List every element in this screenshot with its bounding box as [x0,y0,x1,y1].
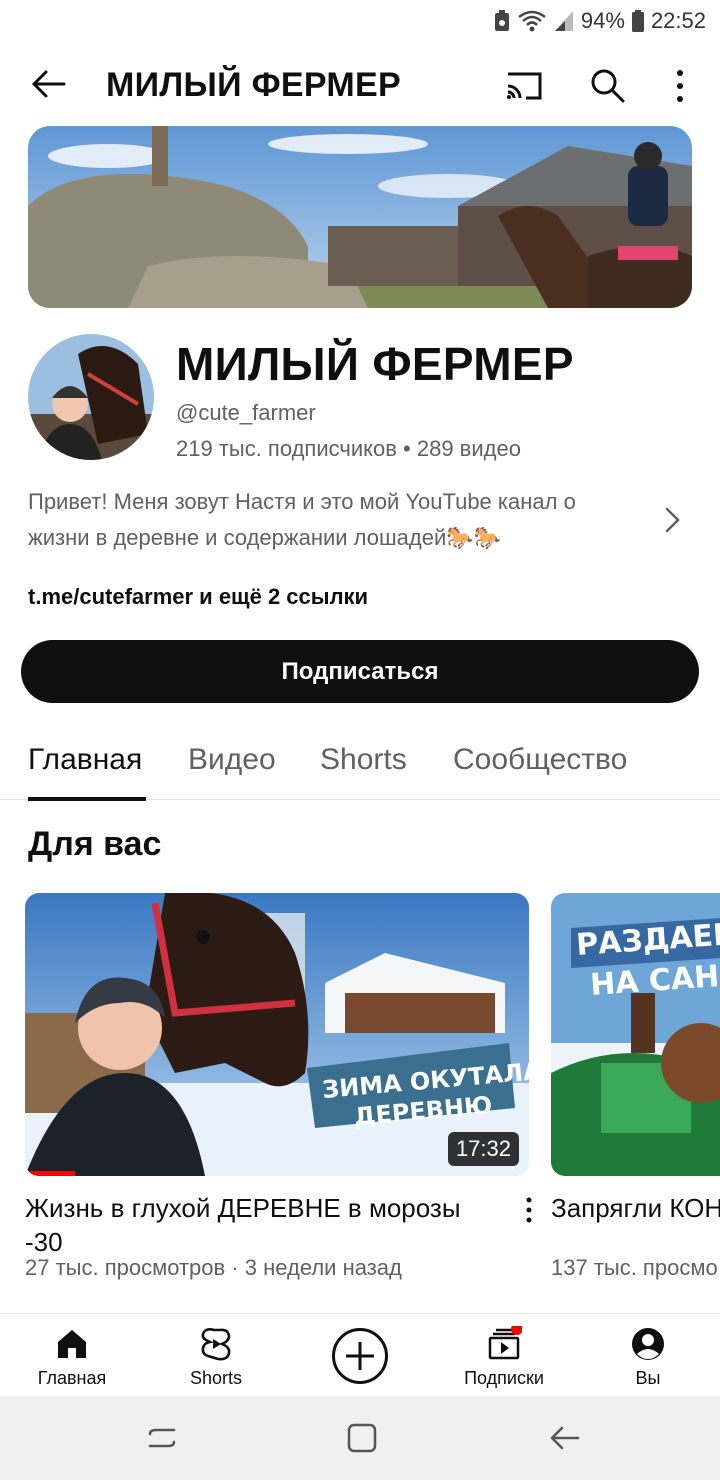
channel-name: МИЛЫЙ ФЕРМЕР [176,338,574,390]
home-icon [58,1330,86,1358]
kebab-menu-icon [677,70,683,102]
app-bar: МИЛЫЙ ФЕРМЕР [0,44,720,124]
video-options-button[interactable] [519,1195,539,1225]
cast-icon [507,72,542,100]
tab-videos[interactable]: Видео [188,740,276,780]
search-icon [591,69,625,103]
battery-icon [631,9,645,33]
tab-community[interactable]: Сообщество [453,740,627,780]
nav-create[interactable] [288,1314,432,1397]
tab-home[interactable]: Главная [28,740,142,780]
back-arrow-icon [550,1426,580,1450]
chevron-right-icon[interactable] [660,505,684,535]
nav-home[interactable]: Главная [0,1314,144,1397]
arrow-left-icon [32,70,66,98]
clock: 22:52 [650,8,706,33]
home-system-button[interactable] [342,1418,382,1458]
account-icon [632,1328,664,1360]
recent-apps-icon [148,1428,176,1448]
video-card[interactable]: ЗИМА ОКУТАЛА ДЕРЕВНЮ 17:32 Жизнь в глухо… [25,893,532,1280]
cast-button[interactable] [502,64,546,108]
section-title: Для вас [28,825,162,863]
nav-subscriptions[interactable]: Подписки [432,1314,576,1397]
video-card[interactable]: РАЗДАЕМ ПО НА САНЯХ Запрягли КОН Поздрав… [551,893,720,1280]
status-bar: 94% 22:52 [0,0,720,44]
channel-links[interactable]: t.me/cutefarmer и ещё 2 ссылки [28,584,368,610]
recent-apps-button[interactable] [142,1418,182,1458]
tab-shorts[interactable]: Shorts [320,740,407,780]
nav-shorts[interactable]: Shorts [144,1314,288,1397]
video-title[interactable]: Жизнь в глухой ДЕРЕВНЕ в морозы -30 [25,1191,505,1259]
video-meta: 27 тыс. просмотров · 3 недели назад [25,1255,402,1280]
nav-label: Подписки [464,1368,544,1388]
system-navigation-bar [0,1396,720,1480]
subscriptions-icon [488,1326,522,1360]
nav-you[interactable]: Вы [576,1314,720,1397]
back-system-button[interactable] [544,1418,584,1458]
watch-progress-bar [25,1171,76,1176]
status-icons: 94% 22:52 [493,6,706,36]
active-tab-indicator [28,797,146,801]
nav-label: Shorts [189,1368,243,1388]
video-duration: 17:32 [447,1132,519,1166]
page-title: МИЛЫЙ ФЕРМЕР [106,66,401,104]
channel-description[interactable]: Привет! Меня зовут Настя и это мой YouTu… [28,484,628,556]
shorts-icon [201,1328,231,1361]
nav-label: Главная [37,1368,107,1388]
video-thumbnail[interactable]: РАЗДАЕМ ПО НА САНЯХ [551,893,720,1176]
channel-stats: 219 тыс. подписчиков • 289 видео [176,436,521,461]
battery-percent: 94% [580,8,625,33]
bottom-navigation: Главная Shorts Подписки Вы [0,1313,720,1396]
wifi-icon [517,9,547,33]
channel-tabs: Главная Видео Shorts Сообщество [0,720,720,801]
subscribe-button[interactable]: Подписаться [21,640,699,703]
video-card-clip: РАЗДАЕМ ПО НА САНЯХ Запрягли КОН Поздрав… [551,893,720,1293]
video-thumbnail[interactable]: ЗИМА ОКУТАЛА ДЕРЕВНЮ 17:32 [25,893,529,1176]
back-button[interactable] [26,64,74,104]
more-options-button[interactable] [660,64,704,108]
channel-avatar[interactable] [28,334,154,460]
create-icon [332,1328,388,1384]
nav-label: Вы [635,1368,661,1388]
video-meta: 137 тыс. просмо [551,1255,718,1280]
search-button[interactable] [586,64,630,108]
data-saver-icon [493,9,511,33]
kebab-menu-icon [526,1197,532,1223]
home-square-icon [347,1423,377,1453]
signal-icon [553,9,575,33]
video-title[interactable]: Запрягли КОН Поздравляем [551,1191,720,1225]
channel-banner [28,126,692,308]
channel-handle: @cute_farmer [176,400,316,425]
